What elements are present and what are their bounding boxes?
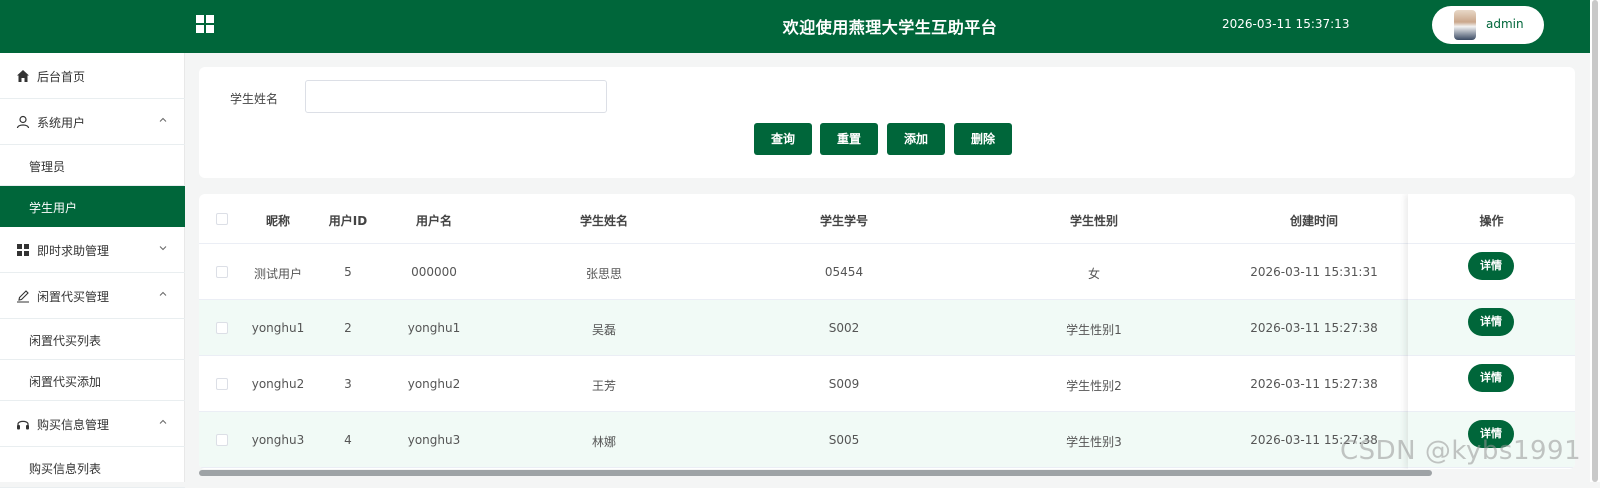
- chevron-up-icon: [159, 419, 167, 424]
- sidebar-item-idle[interactable]: 闲置代买管理: [0, 273, 185, 319]
- student-number-cell: S005: [828, 433, 860, 447]
- page-title: 欢迎使用燕理大学生互助平台: [782, 18, 998, 37]
- user-id-cell: 2: [344, 321, 352, 335]
- student-number-cell: S002: [828, 321, 860, 335]
- row-checkbox[interactable]: [216, 266, 228, 278]
- user-menu[interactable]: admin: [1432, 6, 1544, 44]
- user-id-cell: 5: [344, 265, 352, 279]
- avatar: [1454, 10, 1476, 40]
- detail-button[interactable]: 详情: [1468, 364, 1514, 392]
- user-id-cell: 3: [344, 377, 352, 391]
- sidebar-item-idle-add[interactable]: 闲置代买添加: [0, 360, 185, 401]
- created-time-cell: 2026-03-11 15:27:38: [1250, 377, 1378, 391]
- sidebar-item-label: 闲置代买管理: [37, 290, 110, 304]
- chevron-down-icon: [159, 246, 167, 251]
- student-gender-cell: 学生性别2: [1066, 379, 1122, 393]
- sidebar: 后台首页 系统用户 管理员 学生用户 即时求助管理 闲置代买管理 闲置代买列表 …: [0, 53, 185, 488]
- sidebar-item-purchase[interactable]: 购买信息管理: [0, 401, 185, 447]
- nickname-cell: yonghu3: [251, 433, 305, 447]
- nickname-cell: yonghu1: [251, 321, 305, 335]
- table-row[interactable]: yonghu2 3 yonghu2 王芳 S009 学生性别2 2026-03-…: [199, 356, 1575, 412]
- username-label: admin: [1486, 17, 1524, 31]
- column-header[interactable]: 学生姓名: [489, 212, 719, 229]
- sidebar-item-label: 购买信息列表: [29, 462, 102, 476]
- sidebar-item-label: 即时求助管理: [37, 244, 110, 258]
- sidebar-item-label: 管理员: [29, 160, 66, 174]
- sidebar-item-home[interactable]: 后台首页: [0, 53, 185, 99]
- top-bar: 欢迎使用燕理大学生互助平台 2026-03-11 15:37:13 admin: [0, 0, 1600, 53]
- student-gender-cell: 女: [1087, 267, 1100, 281]
- sidebar-item-label: 闲置代买列表: [29, 334, 102, 348]
- watermark: CSDN @kybs1991: [1340, 436, 1582, 466]
- user-id-cell: 4: [344, 433, 352, 447]
- sidebar-item-admin[interactable]: 管理员: [0, 145, 185, 186]
- sidebar-item-label: 后台首页: [37, 70, 86, 84]
- column-header[interactable]: 创建时间: [1219, 212, 1409, 229]
- student-number-cell: 05454: [824, 265, 864, 279]
- student-name-cell: 张思思: [585, 267, 622, 281]
- add-button[interactable]: 添加: [887, 123, 945, 155]
- pen-icon: [17, 290, 29, 303]
- student-name-input[interactable]: [305, 80, 607, 113]
- delete-button[interactable]: 删除: [954, 123, 1012, 155]
- sidebar-item-label: 闲置代买添加: [29, 375, 102, 389]
- home-icon: [17, 70, 29, 82]
- table-header: 昵称 用户ID 用户名 学生姓名 学生学号 学生性别 创建时间 操作: [199, 194, 1575, 244]
- row-checkbox[interactable]: [216, 322, 228, 334]
- nickname-cell: yonghu2: [251, 377, 305, 391]
- column-header[interactable]: 昵称: [239, 212, 317, 229]
- query-button[interactable]: 查询: [754, 123, 812, 155]
- sidebar-item-label: 系统用户: [37, 116, 86, 130]
- table-horizontal-scrollbar[interactable]: [199, 469, 1575, 477]
- column-header[interactable]: 用户名: [379, 212, 489, 229]
- username-cell: yonghu2: [407, 377, 461, 391]
- chevron-up-icon: [159, 117, 167, 122]
- table-row[interactable]: yonghu1 2 yonghu1 吴磊 S002 学生性别1 2026-03-…: [199, 300, 1575, 356]
- created-time-cell: 2026-03-11 15:31:31: [1250, 265, 1378, 279]
- user-icon: [16, 115, 30, 129]
- column-header[interactable]: 学生性别: [969, 212, 1219, 229]
- row-checkbox[interactable]: [216, 378, 228, 390]
- chevron-up-icon: [159, 291, 167, 296]
- username-cell: yonghu3: [407, 433, 461, 447]
- apps-icon: [17, 244, 29, 256]
- username-cell: 000000: [411, 265, 457, 279]
- sidebar-item-help[interactable]: 即时求助管理: [0, 227, 185, 273]
- student-table: 昵称 用户ID 用户名 学生姓名 学生学号 学生性别 创建时间 操作 测试用户 …: [199, 194, 1575, 469]
- student-name-cell: 王芳: [591, 379, 616, 393]
- student-gender-cell: 学生性别1: [1066, 323, 1122, 337]
- current-datetime: 2026-03-11 15:37:13: [1222, 17, 1350, 31]
- headset-icon: [17, 420, 29, 430]
- student-number-cell: S009: [828, 377, 860, 391]
- detail-button[interactable]: 详情: [1468, 308, 1514, 336]
- student-name-cell: 林娜: [591, 435, 616, 449]
- page-scrollbar[interactable]: [1590, 0, 1600, 482]
- detail-button[interactable]: 详情: [1468, 252, 1514, 280]
- table-row[interactable]: 测试用户 5 000000 张思思 05454 女 2026-03-11 15:…: [199, 244, 1575, 300]
- row-checkbox[interactable]: [216, 434, 228, 446]
- sidebar-item-label: 学生用户: [29, 201, 78, 215]
- student-name-cell: 吴磊: [591, 323, 616, 337]
- reset-button[interactable]: 重置: [820, 123, 878, 155]
- select-all-checkbox[interactable]: [216, 213, 228, 225]
- sidebar-item-system-users[interactable]: 系统用户: [0, 99, 185, 145]
- created-time-cell: 2026-03-11 15:27:38: [1250, 321, 1378, 335]
- nickname-cell: 测试用户: [253, 267, 302, 281]
- column-header[interactable]: 用户ID: [317, 212, 379, 229]
- column-header[interactable]: 学生学号: [719, 212, 969, 229]
- sidebar-item-idle-list[interactable]: 闲置代买列表: [0, 319, 185, 360]
- sidebar-item-students[interactable]: 学生用户: [0, 186, 185, 227]
- search-panel: 学生姓名 查询 重置 添加 删除: [199, 67, 1575, 178]
- student-gender-cell: 学生性别3: [1066, 435, 1122, 449]
- sidebar-item-label: 购买信息管理: [37, 418, 110, 432]
- student-name-label: 学生姓名: [230, 92, 279, 106]
- username-cell: yonghu1: [407, 321, 461, 335]
